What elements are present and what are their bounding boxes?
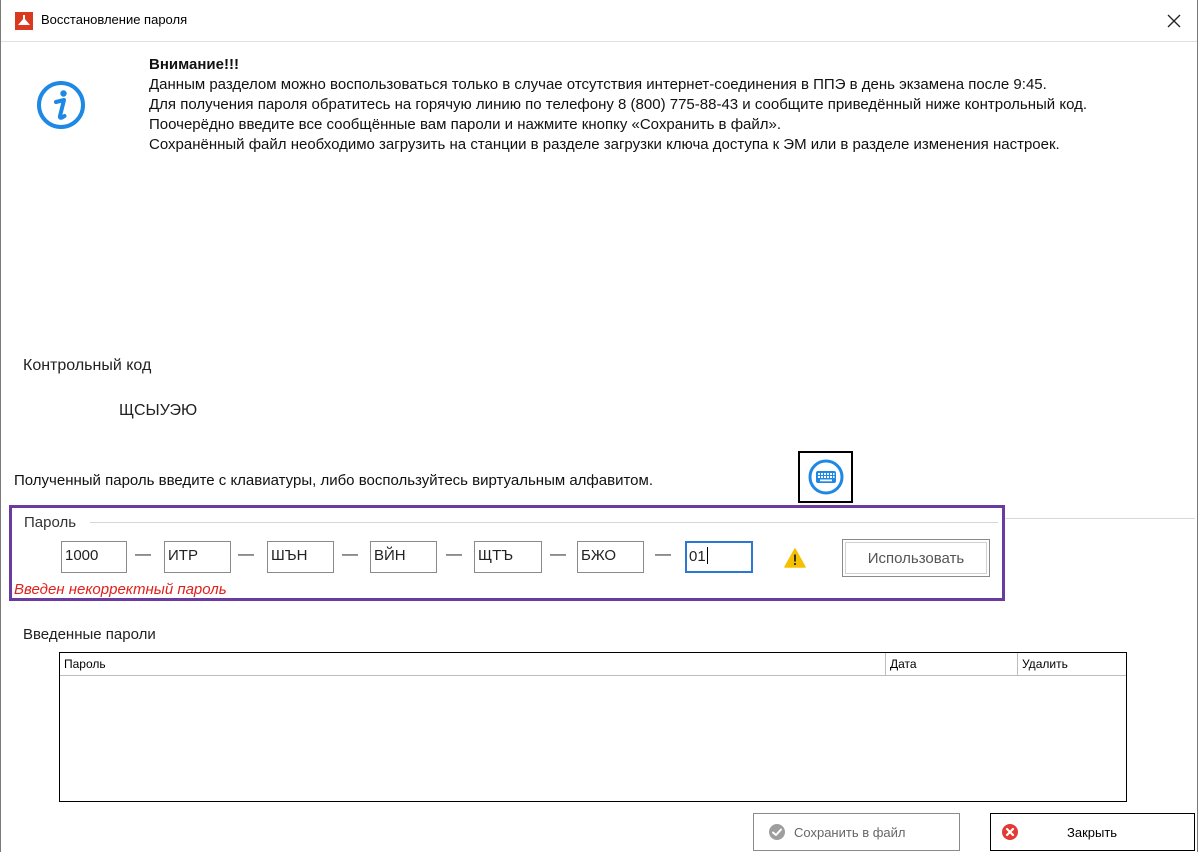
password-group-border — [90, 522, 998, 523]
separator-dash: — — [655, 546, 671, 563]
separator-dash: — — [446, 546, 462, 563]
group-divider — [1005, 518, 1195, 519]
notice-line-1: Данным разделом можно воспользоваться то… — [149, 76, 1047, 93]
password-legend: Пароль — [24, 514, 80, 531]
column-header-date[interactable]: Дата — [886, 653, 1018, 675]
password-segment-3[interactable]: ШЪН — [267, 541, 334, 573]
password-segment-2[interactable]: ИТР — [164, 541, 231, 573]
password-segment-7[interactable]: 01 — [685, 541, 753, 573]
control-code-label: Контрольный код — [23, 357, 152, 374]
close-button[interactable]: Закрыть — [990, 813, 1195, 851]
virtual-keyboard-button[interactable] — [798, 451, 853, 503]
password-segment-4[interactable]: ВЙН — [370, 541, 437, 573]
password-segment-1[interactable]: 1000 — [61, 541, 127, 573]
password-recovery-window: Восстановление пароля Внимание!!! Данным… — [0, 0, 1198, 852]
save-to-file-button[interactable]: Сохранить в файл — [753, 813, 960, 851]
close-icon — [1167, 14, 1181, 27]
notice-heading: Внимание!!! — [149, 56, 239, 73]
window-close-button[interactable] — [1151, 0, 1197, 41]
separator-dash: — — [550, 546, 566, 563]
info-icon — [37, 81, 85, 129]
input-hint: Полученный пароль введите с клавиатуры, … — [14, 472, 653, 489]
table-header: Пароль Дата Удалить — [60, 653, 1126, 676]
app-icon — [15, 12, 33, 30]
password-segment-5[interactable]: ЩТЪ — [474, 541, 542, 573]
column-header-password[interactable]: Пароль — [60, 653, 886, 675]
save-to-file-label: Сохранить в файл — [794, 824, 906, 840]
control-code-value: ЩСЫУЭЮ — [119, 402, 198, 419]
notice-line-4: Сохранённый файл необходимо загрузить на… — [149, 136, 1060, 153]
password-group: Пароль 1000 — ИТР — ШЪН — ВЙН — ЩТЪ — БЖ… — [9, 505, 1005, 601]
window-title: Восстановление пароля — [41, 12, 188, 27]
notice-text: Внимание!!! Данным разделом можно воспол… — [149, 55, 1179, 155]
notice-line-2: Для получения пароля обратитесь на горяч… — [149, 96, 1087, 113]
keyboard-icon — [808, 459, 843, 495]
checkmark-icon — [769, 824, 785, 840]
entered-passwords-table[interactable]: Пароль Дата Удалить — [59, 652, 1127, 802]
separator-dash: — — [342, 546, 358, 563]
separator-dash: — — [135, 546, 151, 563]
warning-icon — [784, 548, 806, 568]
close-label: Закрыть — [1067, 824, 1118, 840]
column-header-delete[interactable]: Удалить — [1018, 653, 1126, 675]
error-x-icon — [1002, 824, 1018, 840]
notice-line-3: Поочерёдно введите все сообщённые вам па… — [149, 116, 782, 133]
entered-passwords-label: Введенные пароли — [23, 626, 156, 643]
title-bar: Восстановление пароля — [1, 0, 1197, 42]
use-password-button[interactable]: Использовать — [842, 539, 990, 577]
password-error-message: Введен некорректный пароль — [14, 581, 227, 598]
separator-dash: — — [238, 546, 254, 563]
password-segment-6[interactable]: БЖО — [577, 541, 644, 573]
